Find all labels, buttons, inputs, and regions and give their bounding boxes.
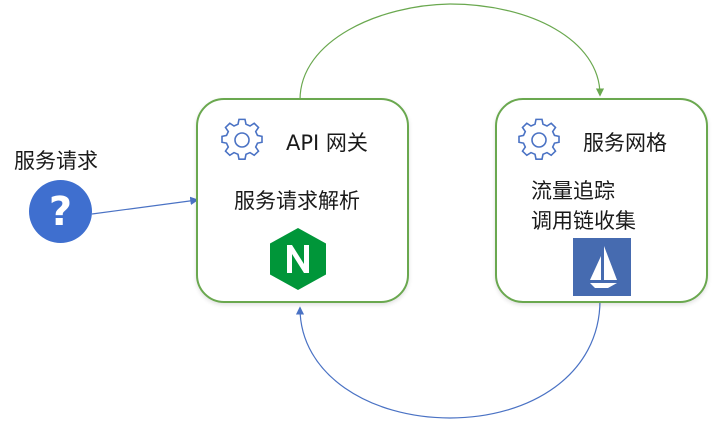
nginx-logo	[270, 228, 326, 290]
mesh-title: 服务网格	[583, 131, 667, 155]
service-mesh-node: 服务网格 流量追踪 调用链收集	[495, 98, 708, 303]
question-icon: ?	[29, 180, 92, 243]
gear-icon	[221, 118, 263, 160]
mesh-lines: 流量追踪 调用链收集	[531, 176, 636, 236]
gear-icon	[518, 118, 560, 160]
request-label: 服务请求	[14, 149, 98, 173]
api-gateway-node: API 网关 服务请求解析	[196, 98, 409, 303]
request-to-gateway-arrow	[91, 196, 199, 215]
gateway-subtitle: 服务请求解析	[234, 189, 360, 213]
mesh-line-tracing: 流量追踪	[531, 179, 615, 203]
istio-logo	[573, 238, 631, 296]
gateway-to-mesh-arrow	[299, 3, 605, 101]
istio-sail-icon	[590, 246, 617, 288]
mesh-line-tracecollect: 调用链收集	[531, 209, 636, 233]
mesh-to-gateway-arrow	[295, 299, 601, 419]
diagram-canvas: 服务请求 ? API 网关 服务请求解析 服务网格 流量追踪 调用链收集	[0, 0, 713, 422]
gateway-title: API 网关	[286, 131, 368, 155]
